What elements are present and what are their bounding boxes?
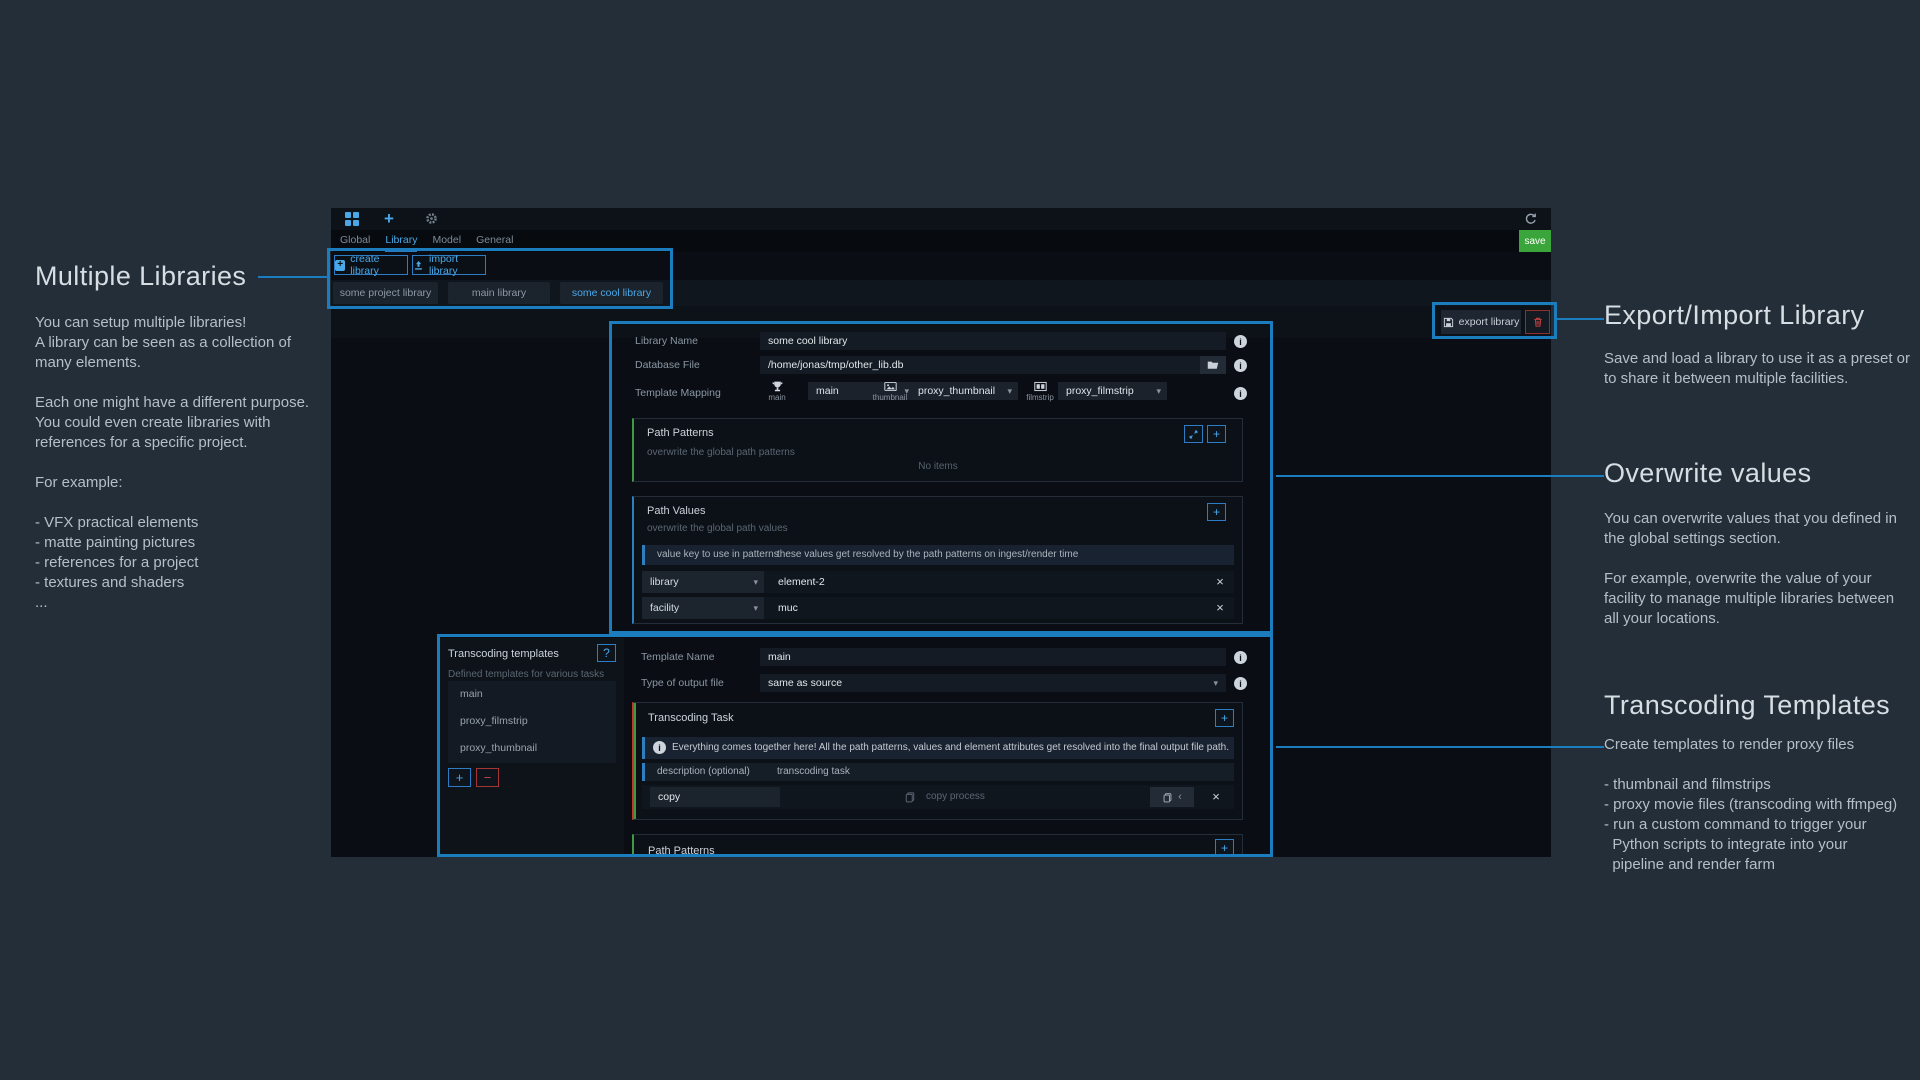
annotation-line: You could even create libraries with — [35, 413, 309, 433]
annotation-line: - thumbnail and filmstrips — [1604, 775, 1897, 795]
left-annotation-body: You can setup multiple libraries! A libr… — [35, 313, 309, 613]
annotation-line: - matte painting pictures — [35, 533, 309, 553]
add-icon[interactable]: + — [384, 208, 394, 230]
annotation-line: - proxy movie files (transcoding with ff… — [1604, 795, 1897, 815]
annotation-line — [1604, 755, 1897, 775]
annotation-line — [1604, 549, 1897, 569]
page: Multiple Libraries You can setup multipl… — [0, 0, 1920, 1080]
overwrite-values-connector-line — [1276, 475, 1604, 477]
annotation-line: ... — [35, 593, 309, 613]
transcoding-templates-annotation-title: Transcoding Templates — [1604, 690, 1897, 721]
transcoding-templates-annotation: Transcoding Templates Create templates t… — [1604, 690, 1897, 875]
left-annotation-title: Multiple Libraries — [35, 261, 246, 292]
annotation-line: Create templates to render proxy files — [1604, 735, 1897, 755]
annotation-line: all your locations. — [1604, 609, 1897, 629]
annotation-line: Each one might have a different purpose. — [35, 393, 309, 413]
annotation-line: to share it between multiple facilities. — [1604, 369, 1910, 389]
library-tabs-highlight-box — [327, 248, 673, 309]
annotation-line: Python scripts to integrate into your — [1604, 835, 1897, 855]
export-library-highlight-box — [1432, 302, 1557, 339]
annotation-line: facility to manage multiple libraries be… — [1604, 589, 1897, 609]
overwrite-values-highlight-box — [609, 321, 1273, 634]
transcoding-connector-line — [1276, 746, 1604, 748]
annotation-line: Save and load a library to use it as a p… — [1604, 349, 1910, 369]
export-import-connector-line — [1557, 318, 1604, 320]
annotation-line — [35, 373, 309, 393]
annotation-line: the global settings section. — [1604, 529, 1897, 549]
annotation-line: You can overwrite values that you define… — [1604, 509, 1897, 529]
annotation-line: For example: — [35, 473, 309, 493]
save-button[interactable]: save — [1519, 230, 1551, 252]
left-annotation: Multiple Libraries — [35, 261, 246, 292]
overwrite-values-annotation: Overwrite values You can overwrite value… — [1604, 458, 1897, 629]
annotation-line — [35, 453, 309, 473]
annotation-line: - references for a project — [35, 553, 309, 573]
export-import-annotation-title: Export/Import Library — [1604, 300, 1910, 331]
window-toolbar: + — [331, 208, 1551, 230]
annotation-line: For example, overwrite the value of your — [1604, 569, 1897, 589]
export-import-annotation: Export/Import Library Save and load a li… — [1604, 300, 1910, 389]
annotation-line: - run a custom command to trigger your — [1604, 815, 1897, 835]
annotation-line: - VFX practical elements — [35, 513, 309, 533]
annotation-line: - textures and shaders — [35, 573, 309, 593]
refresh-icon[interactable] — [1524, 212, 1538, 226]
transcoding-highlight-box — [437, 634, 1273, 857]
annotation-line: references for a specific project. — [35, 433, 309, 453]
annotation-line: You can setup multiple libraries! — [35, 313, 309, 333]
overwrite-values-annotation-title: Overwrite values — [1604, 458, 1897, 489]
annotation-line — [35, 493, 309, 513]
settings-gear-icon[interactable] — [425, 212, 438, 225]
multiple-libraries-connector-line — [258, 276, 327, 278]
apps-grid-icon[interactable] — [345, 212, 359, 226]
annotation-line: many elements. — [35, 353, 309, 373]
annotation-line: A library can be seen as a collection of — [35, 333, 309, 353]
annotation-line: pipeline and render farm — [1604, 855, 1897, 875]
